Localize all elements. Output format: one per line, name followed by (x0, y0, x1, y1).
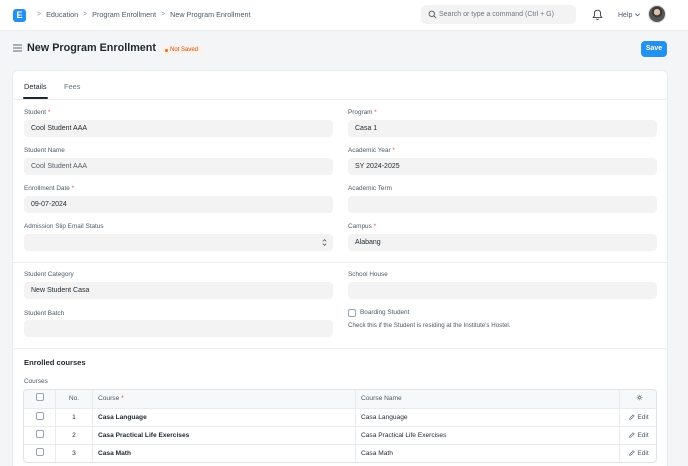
student-batch-field[interactable] (24, 320, 333, 337)
school-house-label: School House (348, 271, 388, 278)
row-checkbox[interactable] (35, 430, 44, 438)
search-icon (428, 10, 437, 19)
pencil-icon (629, 450, 635, 456)
program-label: Program * (348, 109, 377, 116)
row-checkbox[interactable] (35, 448, 44, 456)
active-tab-indicator (23, 97, 48, 99)
campus-label: Campus * (348, 223, 377, 230)
academic-term-field[interactable] (348, 196, 657, 213)
column-settings-cell (619, 390, 656, 408)
row-course-name[interactable]: Casa Math (355, 445, 619, 462)
page-title: New Program Enrollment (27, 42, 156, 54)
status-badge: Not Saved (162, 46, 204, 54)
section-divider (13, 348, 667, 349)
avatar[interactable] (648, 5, 666, 23)
enrollment-date-label: Enrollment Date * (24, 185, 75, 192)
enrolled-courses-title: Enrolled courses (24, 358, 86, 367)
row-no: 2 (55, 427, 92, 444)
academic-term-label: Academic Term (348, 185, 392, 192)
student-field[interactable]: Cool Student AAA (24, 120, 333, 137)
academic-year-label: Academic Year * (348, 147, 395, 154)
student-category-field[interactable]: New Student Casa (24, 282, 333, 299)
row-course-name[interactable]: Casa Practical Life Exercises (355, 427, 619, 444)
tab-details[interactable]: Details (24, 82, 47, 91)
courses-table-label: Courses (24, 378, 48, 385)
row-course[interactable]: Casa Language (92, 409, 355, 426)
select-arrows-icon (322, 239, 327, 246)
edit-row-button[interactable]: Edit (629, 450, 649, 457)
table-row[interactable]: 3 Casa Math Casa Math Edit (24, 444, 656, 462)
boarding-student-checkbox[interactable] (348, 309, 356, 317)
student-label: Student * (24, 109, 51, 116)
row-edit-cell: Edit (619, 409, 656, 426)
table-row[interactable]: 1 Casa Language Casa Language Edit (24, 408, 656, 426)
edit-row-button[interactable]: Edit (629, 432, 649, 439)
sidebar-toggle-icon[interactable] (13, 44, 22, 52)
breadcrumb-new-program-enrollment[interactable]: New Program Enrollment (170, 10, 250, 19)
help-dropdown[interactable]: Help (618, 11, 641, 19)
chevron-down-icon (635, 13, 641, 17)
admission-slip-status-select[interactable] (24, 234, 333, 251)
pencil-icon (629, 414, 635, 420)
campus-field[interactable]: Alabang (348, 234, 657, 251)
chevron-right-icon: > (83, 11, 88, 18)
row-no: 3 (55, 445, 92, 462)
row-edit-cell: Edit (619, 445, 656, 462)
row-checkbox[interactable] (35, 412, 44, 420)
column-no: No. (55, 390, 92, 408)
chevron-right-icon: > (161, 11, 166, 18)
row-select-cell (24, 409, 55, 426)
row-select-cell (24, 427, 55, 444)
tab-bar: Details Fees (13, 71, 667, 100)
tab-fees[interactable]: Fees (64, 82, 80, 91)
student-category-label: Student Category (24, 271, 74, 278)
row-no: 1 (55, 409, 92, 426)
breadcrumb-program-enrollment[interactable]: Program Enrollment (92, 10, 156, 19)
student-batch-label: Student Batch (24, 310, 65, 317)
select-all-checkbox[interactable] (35, 393, 44, 401)
student-name-field: Cool Student AAA (24, 158, 333, 175)
help-label: Help (618, 12, 633, 19)
student-name-label: Student Name (24, 147, 65, 154)
bell-icon[interactable] (592, 9, 603, 21)
courses-table: No. Course * Course Name 1 Casa Language… (23, 389, 657, 463)
boarding-student-description: Check this if the Student is residing at… (348, 322, 511, 329)
pencil-icon (629, 432, 635, 438)
academic-year-field[interactable]: SY 2024-2025 (348, 158, 657, 175)
row-course[interactable]: Casa Math (92, 445, 355, 462)
enrollment-date-field[interactable]: 09-07-2024 (24, 196, 333, 213)
search-bar[interactable]: Search or type a command (Ctrl + G) (421, 5, 576, 24)
school-house-field[interactable] (348, 282, 657, 299)
chevron-right-icon: > (37, 11, 42, 18)
row-course[interactable]: Casa Practical Life Exercises (92, 427, 355, 444)
column-course-name: Course Name (355, 390, 619, 408)
edit-row-button[interactable]: Edit (629, 414, 649, 421)
app-logo[interactable]: E (13, 9, 26, 22)
form-card: Details Fees Student * Cool Student AAA … (12, 70, 668, 466)
breadcrumb-education[interactable]: Education (46, 10, 78, 19)
column-course: Course * (92, 390, 355, 408)
program-field[interactable]: Casa 1 (348, 120, 657, 137)
row-course-name[interactable]: Casa Language (355, 409, 619, 426)
section-divider (13, 262, 667, 263)
row-edit-cell: Edit (619, 427, 656, 444)
admission-slip-status-label: Admission Slip Email Status (24, 223, 104, 230)
gear-icon[interactable] (636, 394, 643, 401)
table-row[interactable]: 2 Casa Practical Life Exercises Casa Pra… (24, 426, 656, 444)
row-select-cell (24, 445, 55, 462)
boarding-student-label[interactable]: Boarding Student (360, 309, 409, 316)
table-header: No. Course * Course Name (24, 390, 656, 408)
navbar: E > Education > Program Enrollment > New… (0, 0, 688, 31)
breadcrumb: > Education > Program Enrollment > New P… (32, 10, 250, 19)
search-input[interactable]: Search or type a command (Ctrl + G) (439, 11, 554, 18)
save-button[interactable]: Save (641, 41, 667, 57)
select-all-cell (24, 390, 55, 408)
